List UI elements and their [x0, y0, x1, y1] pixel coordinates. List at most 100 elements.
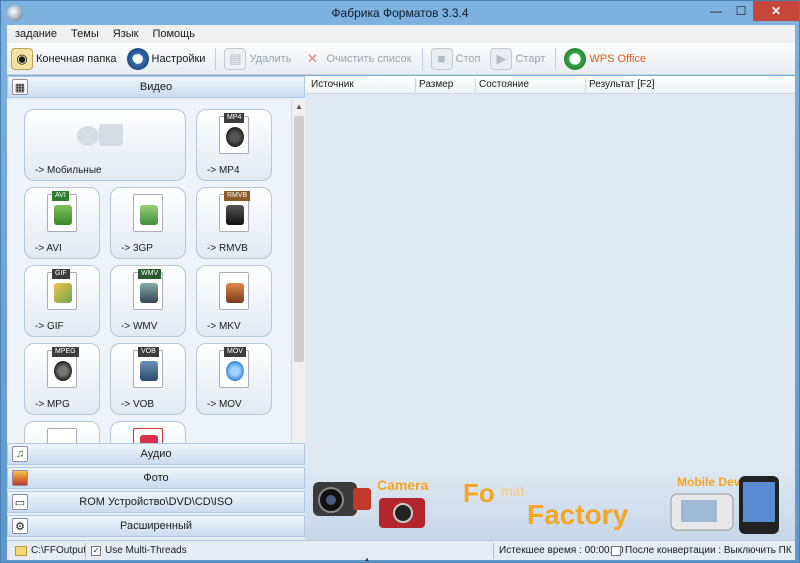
mov-file-icon: MOV	[219, 347, 249, 388]
column-size[interactable]: Размер	[419, 79, 453, 90]
app-window: Фабрика Форматов 3.3.4 — ☐ ✕ задание Тем…	[0, 0, 800, 563]
tile-mkv[interactable]: -> MKV	[196, 265, 272, 337]
tile-label: -> 3GP	[121, 243, 153, 254]
scroll-thumb[interactable]	[294, 116, 304, 362]
output-path-text: C:\FFOutput	[31, 545, 87, 556]
vob-file-icon: VOB	[133, 347, 163, 388]
stop-label: Стоп	[455, 52, 481, 65]
tile-3gp[interactable]: -> 3GP	[110, 187, 186, 259]
clear-list-button[interactable]: ✕ Очистить список	[301, 45, 412, 73]
status-divider	[85, 543, 86, 559]
category-video-label: Видео	[139, 81, 173, 93]
category-panel: ▦ Видео -> Мобильные MP4 -> MP4 AVI -> A…	[7, 76, 305, 540]
toolbar: ◉ Конечная папка ⟳ Настройки ▤ Удалить ✕…	[7, 43, 795, 75]
start-label: Старт	[515, 52, 546, 65]
tile-rmvb[interactable]: RMVB -> RMVB	[196, 187, 272, 259]
tile-gif[interactable]: GIF -> GIF	[24, 265, 100, 337]
tile-label: -> VOB	[121, 399, 155, 410]
column-result[interactable]: Результат [F2]	[589, 79, 654, 90]
settings-button[interactable]: ⟳ Настройки	[126, 45, 206, 73]
tile-mpg[interactable]: MPEG -> MPG	[24, 343, 100, 415]
tools-icon: ⚙	[12, 518, 28, 534]
mp4-file-icon: MP4	[219, 113, 249, 154]
wps-office-button[interactable]: WPS Office	[564, 45, 646, 73]
status-divider	[493, 543, 494, 559]
delete-label: Удалить	[249, 52, 292, 65]
menu-bar: задание Темы Язык Помощь	[7, 25, 795, 43]
logo-part2: mat	[501, 483, 524, 499]
camera-icon	[379, 498, 425, 528]
column-status[interactable]: Состояние	[479, 79, 529, 90]
tile-mobile[interactable]: -> Мобильные	[24, 109, 186, 181]
stop-icon: ■	[430, 47, 453, 70]
category-photo[interactable]: Фото	[7, 467, 305, 489]
settings-label: Настройки	[151, 52, 206, 65]
elapsed-time: Истекшее время : 00:00:00	[499, 545, 624, 556]
tile-label: -> RMVB	[207, 243, 248, 254]
tile-label: -> MP4	[207, 165, 240, 176]
tile-avi[interactable]: AVI -> AVI	[24, 187, 100, 259]
multithreads-checkbox[interactable]: ✓ Use Multi-Threads	[91, 545, 187, 556]
menu-help[interactable]: Помощь	[144, 28, 201, 40]
tile-mp4[interactable]: MP4 -> MP4	[196, 109, 272, 181]
wps-office-label: WPS Office	[589, 52, 647, 65]
tile-mov[interactable]: MOV -> MOV	[196, 343, 272, 415]
tile-vob[interactable]: VOB -> VOB	[110, 343, 186, 415]
scroll-up-icon[interactable]: ▲	[292, 100, 306, 114]
tile-label: -> MKV	[207, 321, 241, 332]
video-format-grid: -> Мобильные MP4 -> MP4 AVI -> AVI -> 3G…	[7, 100, 291, 464]
after-convert-label: После конвертации : Выключить ПК	[625, 545, 792, 556]
column-source[interactable]: Источник	[311, 79, 354, 90]
output-path[interactable]: C:\FFOutput	[15, 545, 86, 556]
window-title: Фабрика Форматов 3.3.4	[331, 6, 469, 20]
category-advanced[interactable]: ⚙ Расширенный	[7, 515, 305, 537]
toolbar-separator	[555, 47, 557, 70]
delete-button[interactable]: ▤ Удалить	[224, 45, 291, 73]
category-audio-label: Аудио	[140, 448, 172, 460]
menu-task[interactable]: задание	[7, 28, 63, 40]
toolbar-separator	[421, 47, 423, 70]
output-folder-button[interactable]: ◉ Конечная папка	[11, 45, 117, 73]
maximize-button[interactable]: ☐	[729, 1, 753, 21]
after-convert-checkbox[interactable]: После конвертации : Выключить ПК	[611, 545, 792, 556]
format-factory-banner: Camera Fo mat Factory Mobile Device	[305, 468, 795, 540]
avi-file-icon: AVI	[47, 191, 77, 232]
close-button[interactable]: ✕	[753, 1, 799, 21]
tile-wmv[interactable]: WMV -> WMV	[110, 265, 186, 337]
category-rom[interactable]: ▭ ROM Устройство\DVD\CD\ISO	[7, 491, 305, 513]
tile-label: -> Мобильные	[35, 165, 102, 176]
mkv-file-icon	[219, 272, 249, 310]
column-separator	[585, 78, 586, 92]
status-bar: C:\FFOutput ✓ Use Multi-Threads Истекшее…	[7, 540, 795, 560]
tile-label: -> MPG	[35, 399, 70, 410]
start-button[interactable]: ▶ Старт	[490, 45, 545, 73]
task-list[interactable]: Источник Размер Состояние Результат [F2]	[305, 76, 795, 468]
menu-themes[interactable]: Темы	[63, 28, 105, 40]
delete-icon: ▤	[224, 47, 247, 70]
minimize-button[interactable]: —	[703, 1, 729, 21]
resize-grip-icon[interactable]: ▲	[364, 557, 374, 563]
category-video[interactable]: ▦ Видео	[7, 76, 305, 98]
title-bar[interactable]: Фабрика Форматов 3.3.4 — ☐ ✕	[1, 1, 799, 25]
category-audio[interactable]: ♫ Аудио	[7, 443, 305, 465]
camcorder-icon	[313, 482, 371, 516]
column-separator	[415, 78, 416, 92]
category-advanced-label: Расширенный	[120, 520, 192, 532]
category-photo-label: Фото	[143, 472, 169, 484]
menu-language[interactable]: Язык	[105, 28, 145, 40]
banner-art: Camera Fo mat Factory Mobile Device	[313, 475, 779, 534]
task-list-header: Источник Размер Состояние Результат [F2]	[305, 76, 795, 94]
start-icon: ▶	[490, 47, 513, 70]
output-folder-label: Конечная папка	[36, 52, 117, 65]
photo-icon	[12, 470, 28, 486]
stop-button[interactable]: ■ Стоп	[430, 45, 481, 73]
mobile-video-icon	[73, 116, 133, 154]
video-grid-scrollbar[interactable]: ▲ ▼	[291, 100, 305, 464]
checkbox-unchecked-icon	[611, 545, 621, 556]
3gp-file-icon	[133, 194, 163, 232]
music-note-icon: ♫	[12, 446, 28, 462]
tile-label: -> GIF	[35, 321, 64, 332]
category-rom-label: ROM Устройство\DVD\CD\ISO	[79, 496, 233, 508]
multithreads-label: Use Multi-Threads	[105, 545, 187, 556]
disc-drive-icon: ▭	[12, 494, 28, 510]
